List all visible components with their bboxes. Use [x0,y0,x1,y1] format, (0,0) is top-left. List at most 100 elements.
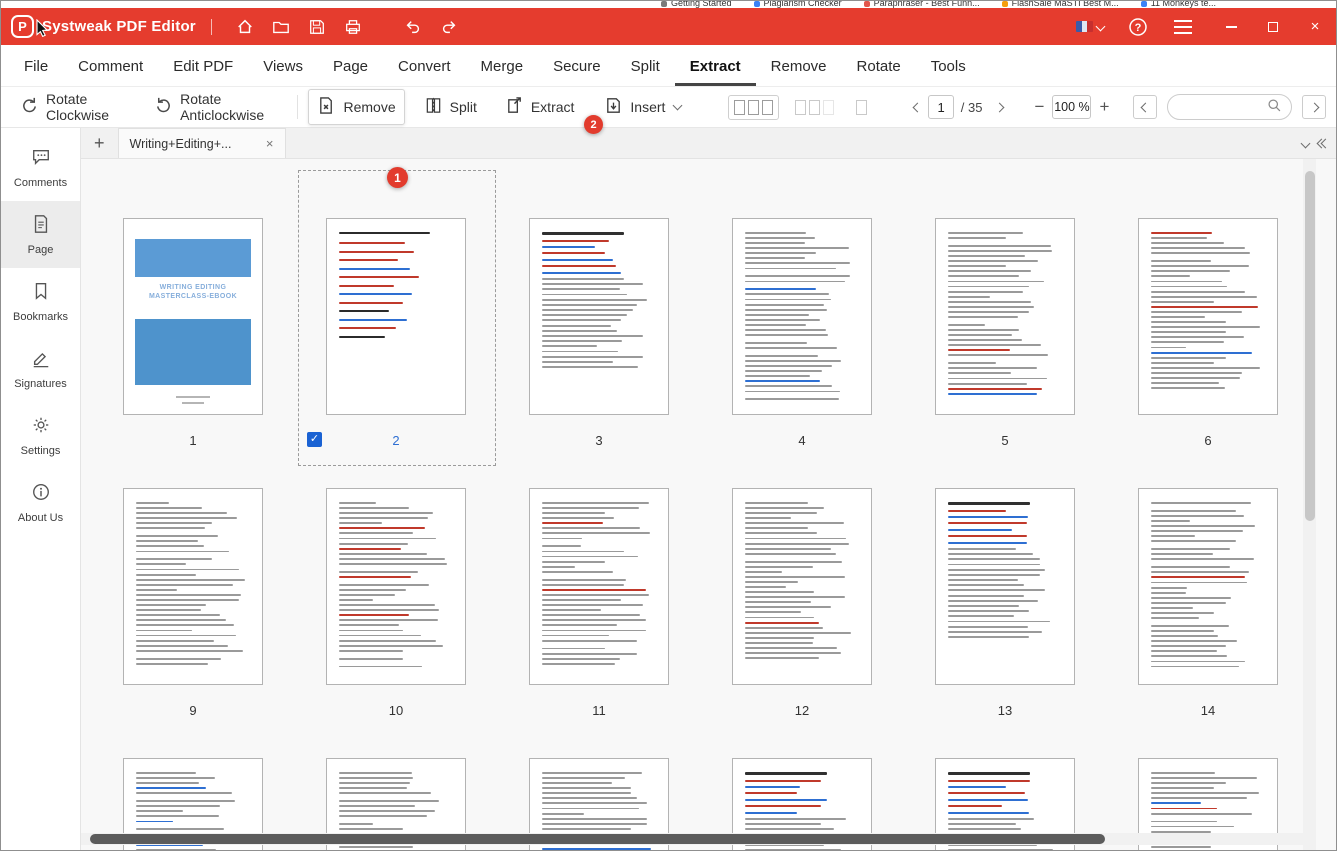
remove-button[interactable]: Remove [308,89,405,125]
maximize-button[interactable] [1252,12,1294,42]
bookmark-item-flashsale-masti-best-m[interactable]: FlashSale MaSTI Best M... [1001,1,1119,8]
page-thumbnail[interactable] [732,218,872,415]
page-cell: 14 [1138,488,1278,719]
menu-item-views[interactable]: Views [248,47,318,86]
insert-page-icon [604,96,623,118]
page-thumbnail[interactable] [1138,488,1278,685]
redo-icon[interactable] [431,13,467,40]
svg-text:?: ? [1135,22,1142,34]
bookmark-item-11-monkeys-te[interactable]: 11 Monkeys te... [1140,1,1216,8]
menu-item-convert[interactable]: Convert [383,47,466,86]
rotate-anticlockwise-icon [154,96,173,118]
page-cell: 12 [732,488,872,719]
menu-item-tools[interactable]: Tools [916,47,981,86]
page-number-input[interactable]: 1 [928,95,954,119]
menu-item-secure[interactable]: Secure [538,47,616,86]
previous-page-button[interactable] [907,102,928,113]
sidebar-item-settings[interactable]: Settings [1,402,80,469]
menu-item-remove[interactable]: Remove [756,47,842,86]
help-icon[interactable]: ? [1120,13,1156,40]
undo-icon[interactable] [395,13,431,40]
sidebar-item-signatures[interactable]: Signatures [1,335,80,402]
page-thumbnail[interactable] [935,488,1075,685]
document-tab[interactable]: Writing+Editing+... × [117,128,286,158]
page-thumbnails-panel: WRITING EDITING MASTERCLASS-EBOOK 1 ✓ 2 3 4 5 6 9… [81,159,1336,850]
horizontal-scrollbar[interactable] [81,833,1303,845]
open-folder-icon[interactable] [263,13,299,40]
page-thumbnail[interactable] [1138,218,1278,415]
insert-button[interactable]: Insert [595,89,690,125]
menu-item-split[interactable]: Split [616,47,675,86]
view-mode-single-button[interactable] [850,95,873,120]
extract-page-icon [505,96,524,118]
home-icon[interactable] [227,13,263,40]
bookmark-item-getting-started[interactable]: Getting Started [661,1,732,8]
collapse-panel-icon[interactable] [1316,138,1331,148]
bookmark-favicon [753,1,760,7]
horizontal-scrollbar-thumb[interactable] [90,834,1105,844]
menu-hamburger-icon[interactable] [1174,19,1192,34]
extract-button[interactable]: Extract [496,89,584,125]
menu-item-rotate[interactable]: Rotate [842,47,916,86]
tab-bar: + Writing+Editing+... × [81,128,1336,159]
search-next-button[interactable] [1302,95,1327,119]
bookmark-favicon [1001,1,1008,7]
menu-item-page[interactable]: Page [318,47,383,86]
collapse-toolbar-icon[interactable] [1300,138,1311,148]
page-cell: 10 [326,488,466,719]
sidebar-item-about-us[interactable]: About Us [1,469,80,536]
menu-item-edit-pdf[interactable]: Edit PDF [158,47,248,86]
page-number: 6 [1204,432,1212,448]
split-button[interactable]: Split [415,89,486,125]
menu-item-merge[interactable]: Merge [466,47,539,86]
close-button[interactable]: × [1294,12,1336,42]
language-selector[interactable] [1076,21,1106,32]
menu-bar: File Comment Edit PDF Views Page Convert Merge… [1,45,1336,87]
page-thumbnail[interactable] [123,488,263,685]
page-label-row: 4 [732,431,872,449]
page-number: 3 [595,432,603,448]
tab-title: Writing+Editing+... [129,136,232,151]
page-thumbnail[interactable] [732,488,872,685]
save-icon[interactable] [299,13,335,40]
bookmark-label: Plagiarism Checker [763,1,842,8]
page-thumbnail[interactable] [326,488,466,685]
page-thumbnail[interactable] [529,488,669,685]
page-label-row: 1 [123,431,263,449]
zoom-in-button[interactable]: + [1091,97,1117,117]
page-thumbnail[interactable] [935,218,1075,415]
tab-close-icon[interactable]: × [266,136,274,151]
bookmark-item-paraphraser-best-funn[interactable]: Paraphraser - Best Funn... [863,1,980,8]
page-cell: 13 [935,488,1075,719]
menu-item-comment[interactable]: Comment [63,47,158,86]
menu-item-extract[interactable]: Extract [674,47,756,86]
chevron-down-icon [672,100,683,111]
rotate-clockwise-button[interactable]: Rotate Clockwise [11,84,137,130]
tutorial-step-1-badge: 1 [387,167,408,188]
minimize-button[interactable] [1210,12,1252,42]
bookmark-item-plagiarism-checker[interactable]: Plagiarism Checker [753,1,842,8]
search-input[interactable] [1167,94,1293,120]
sidebar-item-bookmarks[interactable]: Bookmarks [1,268,80,335]
zoom-out-button[interactable]: − [1026,97,1052,117]
view-mode-double-button[interactable] [789,95,840,120]
sidebar-item-comments[interactable]: Comments [1,134,80,201]
vertical-scrollbar[interactable] [1303,159,1316,850]
print-icon[interactable] [335,13,371,40]
page-cell: 11 [529,488,669,719]
page-number: 13 [997,702,1013,718]
page-thumbnail[interactable] [529,218,669,415]
next-page-button[interactable] [989,102,1010,113]
menu-item-file[interactable]: File [9,47,63,86]
add-tab-button[interactable]: + [81,133,118,154]
sidebar-item-label: Bookmarks [12,311,69,323]
page-thumbnail[interactable]: WRITING EDITING MASTERCLASS-EBOOK [123,218,263,415]
view-mode-multi-button[interactable] [728,94,780,120]
zoom-level-select[interactable]: 100 % [1052,95,1092,119]
search-previous-button[interactable] [1133,95,1158,119]
vertical-scrollbar-thumb[interactable] [1304,171,1315,521]
language-flag-icon [1076,21,1093,32]
rotate-anticlockwise-button[interactable]: Rotate Anticlockwise [145,84,287,130]
page-label-row: 14 [1138,701,1278,719]
sidebar-item-page[interactable]: Page [1,201,80,268]
